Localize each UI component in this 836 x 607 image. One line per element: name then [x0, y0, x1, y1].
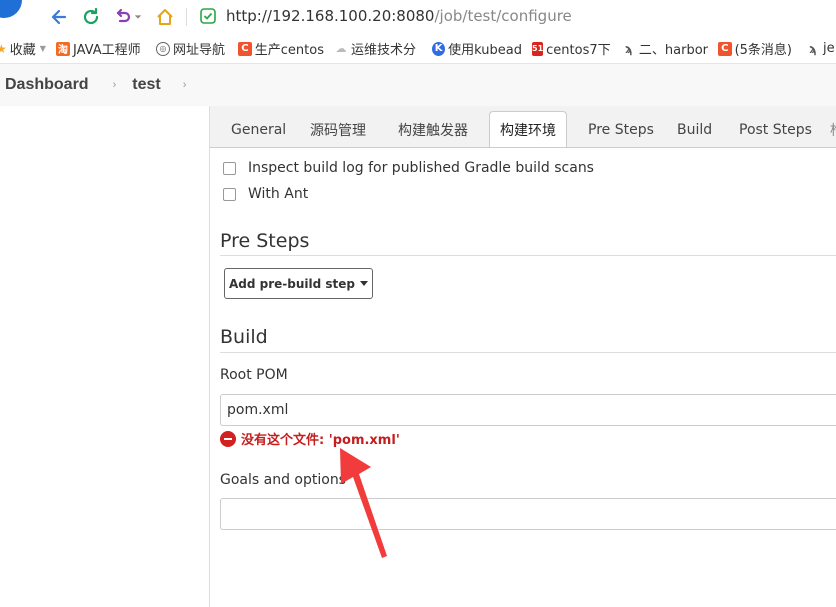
- build-title: Build: [220, 326, 268, 348]
- bookmark-item[interactable]: ◎ 网址导航: [156, 34, 230, 63]
- reload-icon[interactable]: [80, 6, 102, 28]
- tab-build-environment[interactable]: 构建环境: [489, 111, 567, 147]
- tab-pre-steps[interactable]: Pre Steps: [588, 111, 654, 147]
- star-icon: ★: [0, 42, 7, 56]
- section-divider: [220, 255, 836, 256]
- root-pom-input[interactable]: pom.xml: [220, 394, 836, 426]
- csdn-icon: C: [238, 41, 252, 56]
- pre-steps-title: Pre Steps: [220, 230, 310, 252]
- tab-more[interactable]: 构: [830, 111, 836, 147]
- with-ant-checkbox[interactable]: [223, 187, 236, 201]
- taobao-icon: 淘: [56, 41, 70, 56]
- add-pre-build-step-button[interactable]: Add pre-build step: [224, 268, 373, 299]
- bookmark-item[interactable]: ★收藏▼: [0, 34, 46, 63]
- tab-triggers[interactable]: 构建触发器: [398, 111, 468, 147]
- bookmark-item[interactable]: C (5条消息): [718, 34, 792, 63]
- tab-build[interactable]: Build: [677, 111, 712, 147]
- bookmarks-bar: ★收藏▼ 淘JAVA工程师 ◎网址导航 C生产centos ☁运维技术分 K使用…: [0, 34, 836, 64]
- goals-label: Goals and options: [220, 472, 346, 488]
- config-form: General 源码管理 构建触发器 构建环境 Pre Steps Build …: [210, 106, 836, 607]
- browser-logo: [0, 0, 22, 18]
- error-icon: [220, 430, 236, 447]
- bookmark-item[interactable]: C 生产centos: [238, 34, 324, 63]
- goals-input[interactable]: [220, 498, 836, 530]
- root-pom-error: 没有这个文件: 'pom.xml': [220, 429, 400, 448]
- tab-scm[interactable]: 源码管理: [310, 111, 366, 147]
- gradle-scans-checkbox[interactable]: [223, 161, 236, 175]
- breadcrumb-job[interactable]: test: [132, 76, 160, 94]
- address-separator: [186, 8, 187, 26]
- bookmark-item[interactable]: K 使用kubead: [432, 34, 522, 63]
- back-icon[interactable]: [48, 6, 70, 28]
- home-icon[interactable]: [154, 6, 176, 28]
- breadcrumb: Dashboard › test ›: [0, 64, 836, 106]
- option-with-ant[interactable]: With Ant: [223, 186, 308, 202]
- address-bar[interactable]: http://192.168.100.20:8080/job/test/conf…: [226, 7, 572, 25]
- browser-toolbar: http://192.168.100.20:8080/job/test/conf…: [0, 0, 836, 34]
- caret-down-icon: [360, 281, 368, 286]
- 51cto-icon: 51: [532, 41, 544, 56]
- bookmark-item[interactable]: ☁ 运维技术分: [334, 34, 418, 63]
- undo-dropdown-icon[interactable]: [133, 6, 143, 28]
- side-panel: [0, 106, 210, 607]
- cloud-icon: ☁: [335, 42, 347, 55]
- config-tabs: General 源码管理 构建触发器 构建环境 Pre Steps Build …: [210, 106, 836, 148]
- csdn-icon: C: [718, 41, 732, 56]
- tab-post-steps[interactable]: Post Steps: [739, 111, 812, 147]
- bookmark-item[interactable]: ϡ je: [806, 34, 836, 63]
- breadcrumb-chevron-icon[interactable]: ›: [113, 79, 117, 91]
- tab-general[interactable]: General: [231, 111, 286, 147]
- root-pom-label: Root POM: [220, 367, 288, 383]
- bookmark-item[interactable]: ϡ 二、harbor: [622, 34, 708, 63]
- chevron-down-icon: ▼: [39, 44, 46, 53]
- shield-icon: [200, 8, 216, 24]
- k-icon: K: [432, 41, 446, 56]
- undo-icon[interactable]: [112, 6, 134, 28]
- bookmark-item[interactable]: 51 centos7下: [532, 34, 611, 63]
- stroke-icon: ϡ: [625, 41, 633, 56]
- url-host: http://192.168.100.20:8080: [226, 7, 435, 25]
- breadcrumb-dashboard[interactable]: Dashboard: [5, 76, 89, 94]
- stroke-icon: ϡ: [809, 41, 817, 56]
- url-path: /job/test/configure: [434, 7, 572, 25]
- option-gradle-scans[interactable]: Inspect build log for published Gradle b…: [223, 160, 594, 176]
- breadcrumb-chevron-icon[interactable]: ›: [183, 79, 187, 91]
- bookmark-item[interactable]: 淘 JAVA工程师: [56, 34, 148, 63]
- section-divider: [220, 352, 836, 353]
- globe-icon: ◎: [156, 41, 170, 56]
